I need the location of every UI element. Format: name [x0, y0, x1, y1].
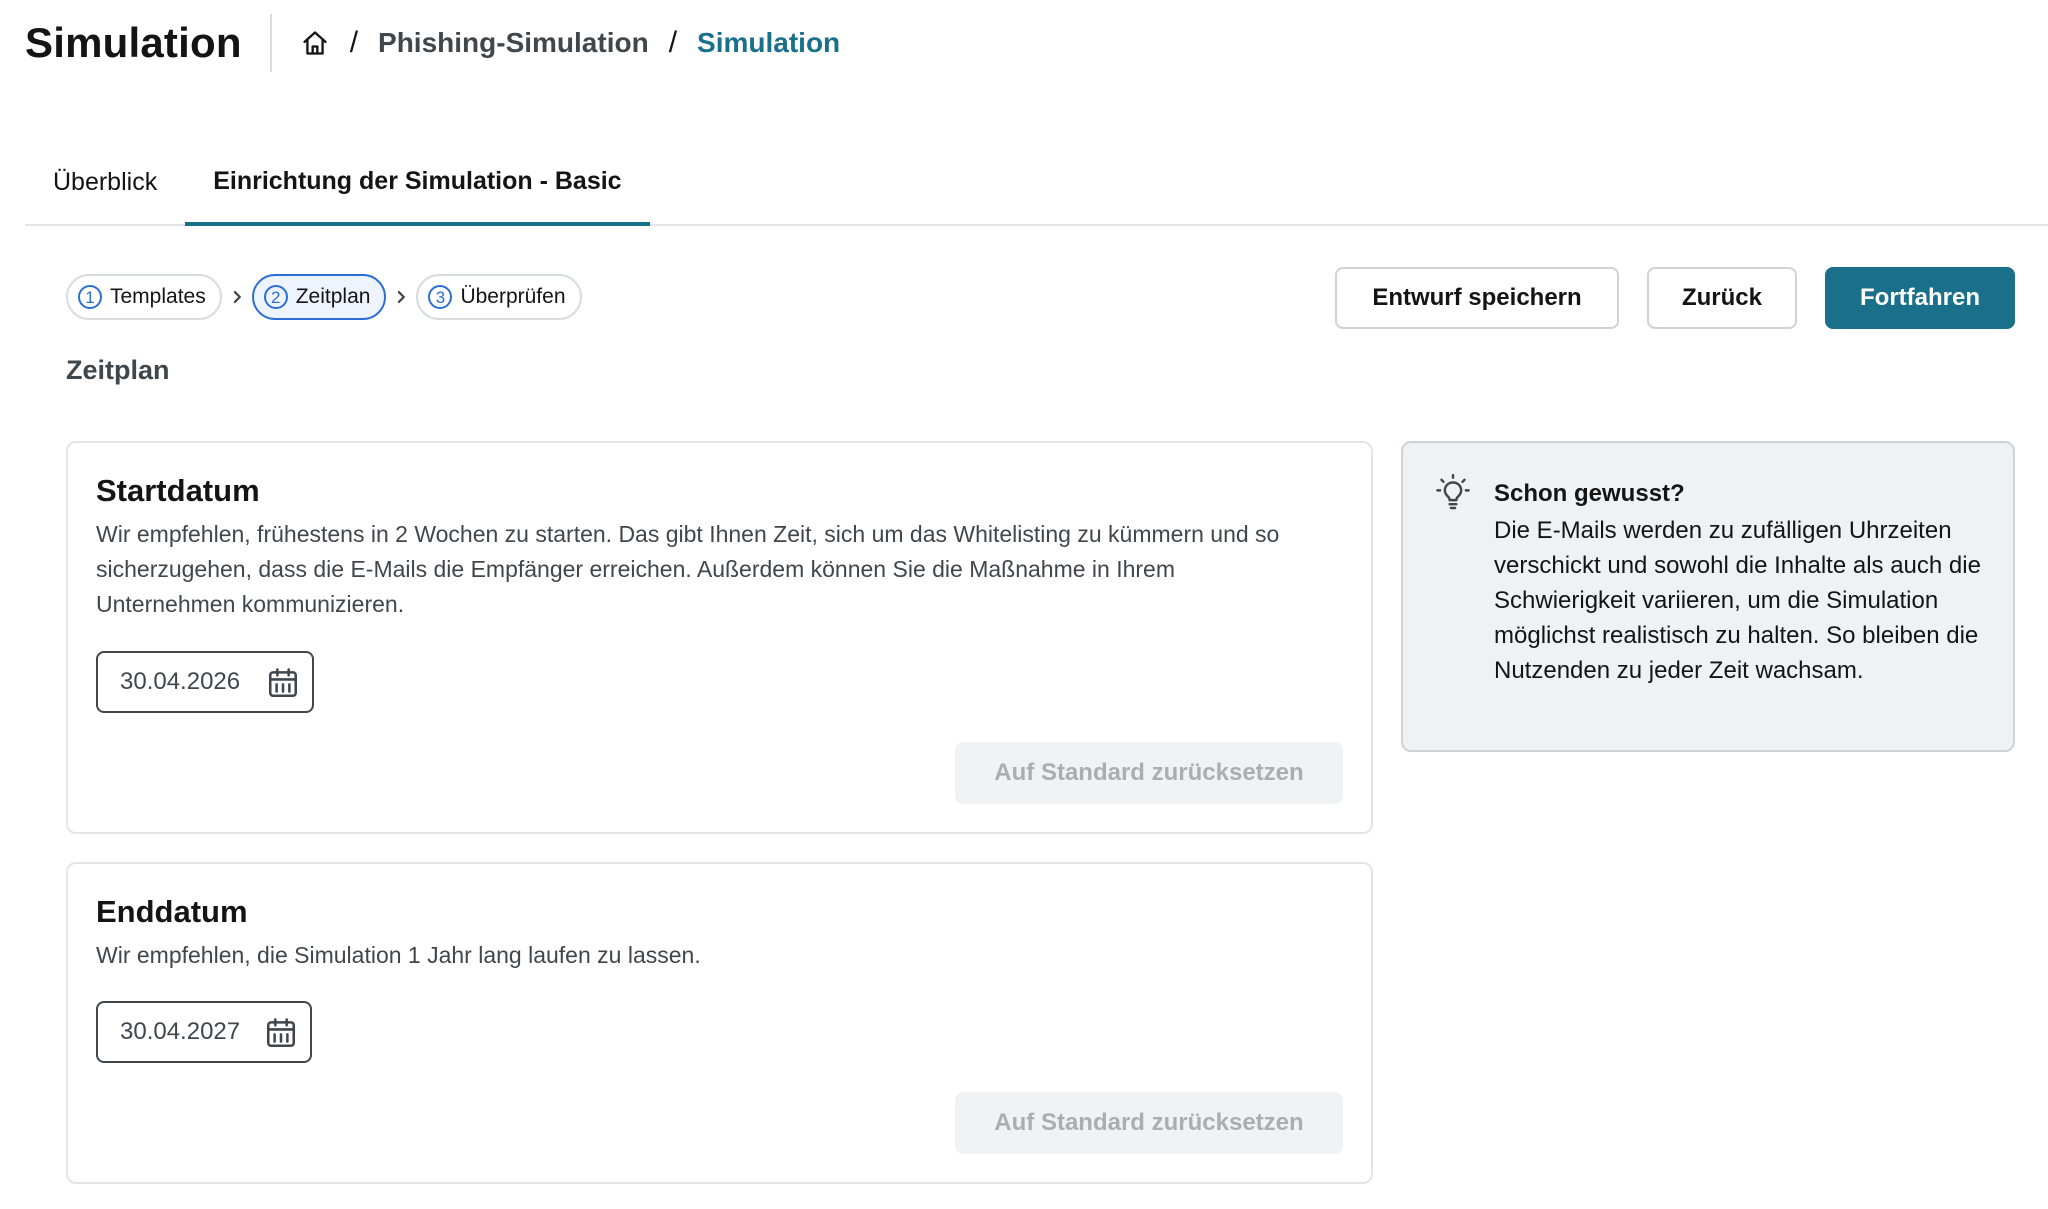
section-title: Zeitplan	[66, 355, 170, 385]
end-date-value: 30.04.2027	[120, 1018, 241, 1045]
end-date-input[interactable]: 30.04.2027	[96, 1001, 312, 1063]
step-number: 3	[428, 285, 453, 309]
tip-box: Schon gewusst? Die E-Mails werden zu zuf…	[1401, 441, 2015, 752]
breadcrumb-phishing-simulation[interactable]: Phishing-Simulation	[378, 27, 649, 59]
lightbulb-icon	[1435, 473, 1471, 511]
breadcrumb: / Phishing-Simulation / Simulation	[300, 26, 840, 60]
continue-button[interactable]: Fortfahren	[1825, 267, 2015, 329]
action-buttons: Entwurf speichern Zurück Fortfahren	[1335, 267, 2015, 329]
save-draft-button[interactable]: Entwurf speichern	[1335, 267, 1619, 329]
breadcrumb-current: Simulation	[697, 27, 841, 58]
end-date-card: Enddatum Wir empfehlen, die Simulation 1…	[66, 862, 1373, 1184]
calendar-icon[interactable]	[266, 666, 300, 700]
calendar-icon[interactable]	[264, 1016, 298, 1050]
step-review[interactable]: 3 Überprüfen	[416, 274, 582, 320]
end-date-title: Enddatum	[96, 894, 248, 929]
start-date-title: Startdatum	[96, 473, 260, 508]
tip-text: Die E-Mails werden zu zufälligen Uhrzeit…	[1494, 517, 1981, 684]
page: Simulation / Phishing-Simulation / Simul…	[0, 0, 2048, 1209]
page-title: Simulation	[25, 14, 272, 72]
home-icon[interactable]	[300, 28, 330, 58]
breadcrumb-separator: /	[349, 26, 359, 59]
step-templates[interactable]: 1 Templates	[66, 274, 222, 320]
tab-bar: Überblick Einrichtung der Simulation - B…	[25, 140, 2048, 226]
step-label: Templates	[110, 285, 206, 308]
tab-overview[interactable]: Überblick	[25, 140, 185, 224]
back-button[interactable]: Zurück	[1647, 267, 1797, 329]
chevron-right-icon	[222, 290, 252, 304]
stepper: 1 Templates 2 Zeitplan 3 Überprüfen	[66, 274, 582, 320]
step-label: Zeitplan	[295, 285, 371, 308]
step-number: 1	[78, 285, 102, 309]
tab-setup-basic[interactable]: Einrichtung der Simulation - Basic	[185, 140, 650, 226]
chevron-right-icon	[386, 290, 416, 304]
step-schedule[interactable]: 2 Zeitplan	[251, 274, 387, 320]
tip-title: Schon gewusst?	[1494, 480, 1685, 507]
step-number: 2	[263, 285, 288, 309]
start-date-value: 30.04.2026	[120, 668, 241, 695]
breadcrumb-separator: /	[668, 26, 678, 59]
start-date-card: Startdatum Wir empfehlen, frühestens in …	[66, 441, 1373, 834]
step-label: Überprüfen	[460, 285, 566, 308]
start-date-input[interactable]: 30.04.2026	[96, 651, 314, 713]
page-header: Simulation / Phishing-Simulation / Simul…	[25, 12, 840, 74]
reset-start-date-button[interactable]: Auf Standard zurücksetzen	[955, 742, 1343, 804]
reset-end-date-button[interactable]: Auf Standard zurücksetzen	[955, 1092, 1343, 1154]
end-date-description: Wir empfehlen, die Simulation 1 Jahr lan…	[96, 942, 701, 968]
start-date-description: Wir empfehlen, frühestens in 2 Wochen zu…	[96, 521, 1280, 617]
